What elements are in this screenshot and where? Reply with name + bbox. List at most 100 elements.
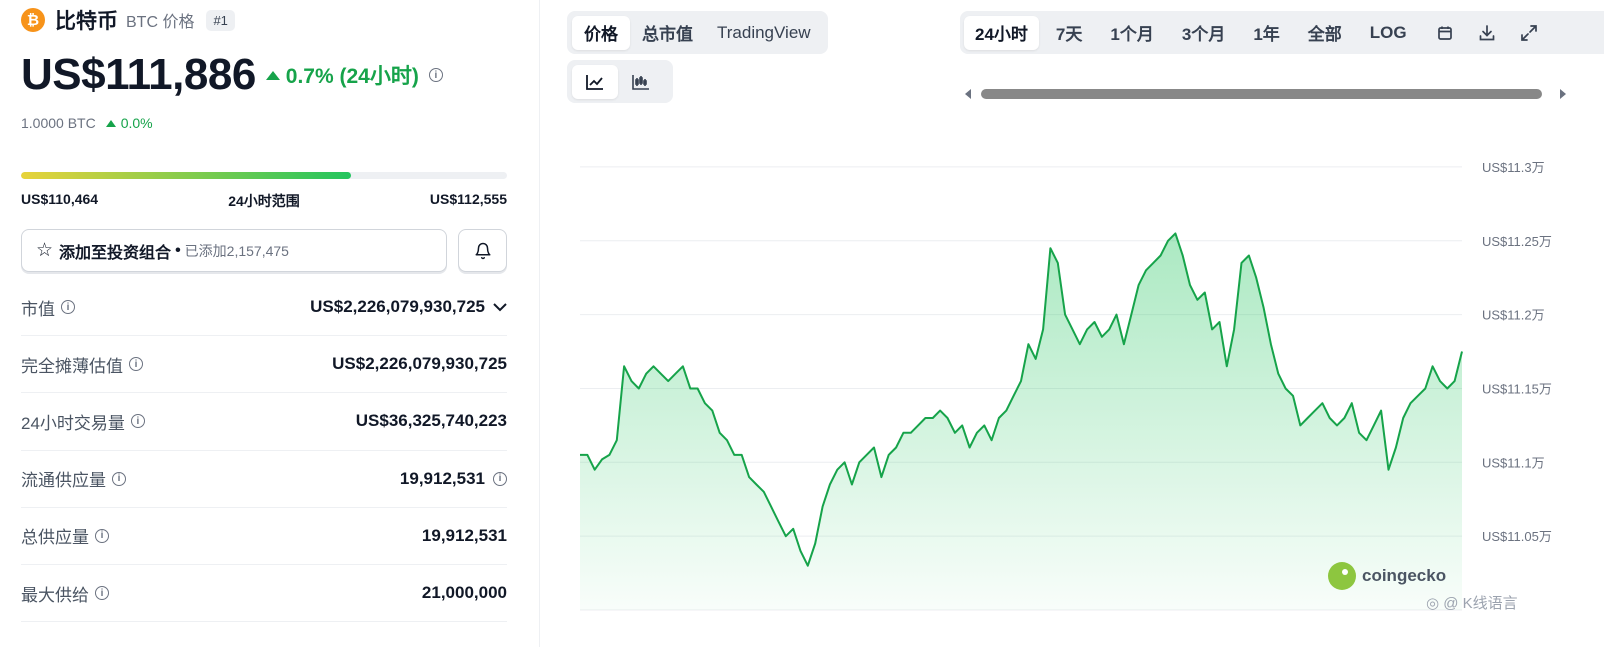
tab-period-0[interactable]: 24小时 xyxy=(964,15,1039,50)
caret-up-icon xyxy=(265,70,280,80)
y-tick-label: US$11.1万 xyxy=(1482,455,1545,470)
info-icon[interactable]: i xyxy=(428,68,443,82)
stat-value: US$2,226,079,930,725 xyxy=(332,354,507,374)
stats-list: 市值 i US$2,226,079,930,725 完全摊薄估值 i US$2,226,0… xyxy=(21,279,507,623)
range-label: 24小时范围 xyxy=(228,193,300,209)
y-tick-label: US$11.3万 xyxy=(1482,160,1545,175)
range-bar-fill xyxy=(21,172,352,179)
stat-value-text: 19,912,531 xyxy=(399,468,485,488)
stat-label: 市值 i xyxy=(21,295,75,320)
stat-value-text: 19,912,531 xyxy=(421,525,507,545)
stat-value-text: US$2,226,079,930,725 xyxy=(310,297,485,317)
tab-period-4[interactable]: 1年 xyxy=(1242,16,1290,50)
tab-view-1[interactable]: 总市值 xyxy=(630,16,705,50)
btc-change-text: 0.0% xyxy=(120,115,153,131)
y-tick-label: US$11.05万 xyxy=(1482,529,1552,544)
time-range-toolbar: 24小时 7天 1个月 3个月 1年 全部 LOG xyxy=(960,11,1604,54)
download-button[interactable] xyxy=(1466,16,1508,50)
scroll-right-arrow-icon[interactable] xyxy=(1560,89,1566,99)
candlestick-chart-button[interactable] xyxy=(618,65,664,99)
chart-type-toggle xyxy=(567,60,673,103)
chart-range-scrollbar[interactable] xyxy=(965,86,1604,102)
stat-label: 24小时交易量 i xyxy=(21,409,145,434)
btc-conversion: 1.0000 BTC 0.0% xyxy=(21,115,153,131)
stat-value-text: 21,000,000 xyxy=(421,583,507,603)
tab-view-2[interactable]: TradingView xyxy=(705,16,823,50)
stat-label-text: 市值 xyxy=(21,299,55,319)
stat-label-text: 流通供应量 xyxy=(21,471,106,491)
chart-view-tabs: 价格 总市值 TradingView xyxy=(567,11,828,54)
stat-label: 完全摊薄估值 i xyxy=(21,352,143,377)
stat-row: 24小时交易量 i US$36,325,740,223 xyxy=(21,393,507,451)
scroll-left-arrow-icon[interactable] xyxy=(965,89,971,99)
line-chart-icon xyxy=(586,74,603,90)
stat-row: 完全摊薄估值 i US$2,226,079,930,725 xyxy=(21,336,507,394)
info-icon[interactable]: i xyxy=(95,586,109,601)
download-icon xyxy=(1479,24,1494,40)
time-range-tabs: 24小时 7天 1个月 3个月 1年 全部 LOG xyxy=(964,15,1424,50)
range-labels: US$110,464 24小时范围 US$112,555 xyxy=(21,191,507,211)
y-tick-label: US$11.2万 xyxy=(1482,308,1545,323)
range-low: US$110,464 xyxy=(21,191,99,207)
stat-row: 最大供给 i 21,000,000 xyxy=(21,565,507,623)
scroll-thumb[interactable] xyxy=(981,89,1542,99)
info-icon[interactable]: i xyxy=(130,414,145,429)
stat-value: 19,912,531 xyxy=(422,526,507,546)
stat-value: 19,912,531 i xyxy=(400,469,507,489)
current-price: US$111,886 xyxy=(21,50,256,99)
coingecko-logo-icon xyxy=(1328,562,1356,590)
chevron-down-icon[interactable] xyxy=(493,299,507,315)
stat-value: 21,000,000 xyxy=(422,583,507,603)
price-change-24h: 0.7% (24小时) xyxy=(265,60,419,90)
bell-icon xyxy=(475,242,490,259)
price-chart[interactable]: US$11.3万 US$11.25万 US$11.2万 US$11.15万 US$11.… xyxy=(560,130,1604,620)
fullscreen-button[interactable] xyxy=(1508,16,1550,50)
stat-row: 总供应量 i 19,912,531 xyxy=(21,508,507,565)
separator-dot: • xyxy=(175,241,181,259)
price-row: US$111,886 0.7% (24小时) i xyxy=(21,50,443,100)
coin-name: 比特币 xyxy=(55,10,118,33)
coin-info-panel: ₿ 比特币 BTC 价格 #1 US$111,886 0.7% (24小时) i… xyxy=(0,0,540,647)
rank-badge: #1 xyxy=(206,9,235,31)
info-icon[interactable]: i xyxy=(129,357,143,372)
info-icon[interactable]: i xyxy=(112,471,126,486)
tab-period-3[interactable]: 3个月 xyxy=(1171,16,1236,50)
line-chart-button[interactable] xyxy=(572,64,618,99)
stat-label-text: 完全摊薄估值 xyxy=(21,356,123,376)
date-picker-button[interactable] xyxy=(1424,16,1466,50)
price-change-text: 0.7% (24小时) xyxy=(285,65,419,88)
stat-label: 总供应量 i xyxy=(21,523,109,548)
stat-label-text: 24小时交易量 xyxy=(21,413,125,433)
price-area-fill xyxy=(580,233,1462,610)
info-icon[interactable]: i xyxy=(493,471,507,486)
stat-value: US$2,226,079,930,725 xyxy=(310,297,507,317)
range-high: US$112,555 xyxy=(429,191,507,207)
stat-value-text: US$36,325,740,223 xyxy=(355,411,507,431)
tab-period-5[interactable]: 全部 xyxy=(1297,16,1353,50)
stat-row: 流通供应量 i 19,912,531 i xyxy=(21,451,507,508)
watermark-text: coingecko xyxy=(1362,566,1447,585)
bitcoin-logo-icon: ₿ xyxy=(21,8,45,32)
stat-label: 流通供应量 i xyxy=(21,466,126,491)
tab-period-1[interactable]: 7天 xyxy=(1045,16,1093,50)
tab-period-2[interactable]: 1个月 xyxy=(1099,16,1164,50)
coingecko-watermark: coingecko xyxy=(1328,562,1446,590)
stat-label-text: 最大供给 xyxy=(21,585,89,605)
y-tick-label: US$11.25万 xyxy=(1482,234,1552,249)
stat-label: 最大供给 i xyxy=(21,581,109,606)
candlestick-icon xyxy=(632,74,649,90)
stat-label-text: 总供应量 xyxy=(21,528,89,548)
info-icon[interactable]: i xyxy=(61,300,75,315)
btc-change: 0.0% xyxy=(105,115,153,131)
stat-value: US$36,325,740,223 xyxy=(356,411,507,431)
info-icon[interactable]: i xyxy=(95,528,109,543)
btc-value: 1.0000 BTC xyxy=(21,115,96,131)
stat-value-text: US$2,226,079,930,725 xyxy=(332,354,507,374)
add-to-portfolio-label: 添加至投资组合 xyxy=(59,244,172,262)
add-to-portfolio-button[interactable]: ☆ 添加至投资组合 • 已添加2,157,475 xyxy=(21,229,447,272)
price-alert-button[interactable] xyxy=(458,229,507,272)
tab-period-6[interactable]: LOG xyxy=(1359,16,1418,50)
corner-watermark: ◎ @ K线语言 xyxy=(1426,595,1518,612)
expand-icon xyxy=(1520,24,1537,41)
tab-view-0[interactable]: 价格 xyxy=(572,15,630,50)
